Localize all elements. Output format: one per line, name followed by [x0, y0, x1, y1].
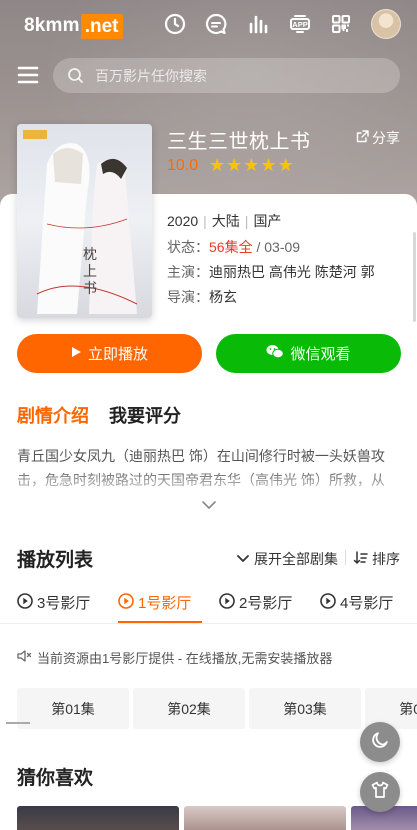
- cast-names[interactable]: 迪丽热巴 高伟光 陈楚河 郭: [209, 264, 375, 280]
- share-button[interactable]: 分享: [356, 128, 400, 148]
- cast-line: 主演：迪丽热巴 高伟光 陈楚河 郭: [167, 262, 397, 282]
- director-line: 导演：杨玄: [167, 287, 237, 307]
- status-label: 状态：: [167, 239, 209, 255]
- logo-text: 8kmm: [24, 15, 80, 36]
- tshirt-icon: [370, 780, 390, 805]
- star-icon: ★: [209, 155, 226, 175]
- qrcode-icon[interactable]: [329, 12, 353, 36]
- director-label: 导演：: [167, 289, 209, 305]
- rating-stars: ★ ★ ★ ★ ★: [209, 155, 294, 175]
- chat-icon[interactable]: [204, 12, 228, 36]
- movie-title: 三生三世枕上书: [167, 131, 311, 153]
- theme-button[interactable]: [360, 772, 400, 812]
- source-notice-text: 当前资源由1号影厅提供 - 在线播放,无需安装播放器: [37, 651, 333, 666]
- play-icon: [71, 345, 82, 362]
- sort-button[interactable]: 排序: [353, 549, 400, 569]
- recommend-list: [17, 806, 417, 830]
- page-scrollbar[interactable]: [413, 232, 416, 322]
- play-circle-icon: [17, 592, 33, 613]
- expand-all-episodes-button[interactable]: 展开全部剧集: [236, 549, 338, 569]
- menu-icon[interactable]: [17, 64, 39, 86]
- episode-list: 第01集 第02集 第03集 第04集: [17, 688, 417, 729]
- tab-review[interactable]: 我要评分: [109, 402, 181, 428]
- recommend-thumbnail[interactable]: [184, 806, 346, 830]
- tab-intro[interactable]: 剧情介绍: [17, 402, 89, 428]
- episode-button[interactable]: 第01集: [17, 688, 129, 729]
- wechat-watch-label: 微信观看: [290, 346, 351, 363]
- search-input[interactable]: [95, 58, 385, 93]
- share-icon: [356, 130, 369, 146]
- star-icon: ★: [226, 155, 243, 175]
- play-now-button[interactable]: 立即播放: [17, 334, 202, 373]
- moon-icon: [370, 730, 390, 755]
- status-line: 状态：56集全 / 03-09: [167, 237, 300, 257]
- sort-label: 排序: [372, 551, 400, 567]
- app-icon[interactable]: APP: [288, 12, 312, 36]
- site-logo[interactable]: 8kmm .net: [24, 13, 123, 39]
- year-tag[interactable]: 2020: [167, 213, 198, 229]
- source-tab-1[interactable]: 1号影厅: [118, 592, 191, 613]
- episode-button[interactable]: 第02集: [133, 688, 245, 729]
- wechat-watch-button[interactable]: 微信观看: [216, 334, 401, 373]
- recommend-title: 猜你喜欢: [17, 768, 94, 789]
- status-episodes: 56集全: [209, 239, 253, 255]
- region-tag[interactable]: 大陆: [212, 213, 240, 229]
- chevron-down-icon: [236, 551, 250, 567]
- svg-text:枕: 枕: [83, 247, 97, 263]
- ranking-icon[interactable]: [246, 12, 270, 36]
- wechat-icon: [266, 344, 285, 363]
- svg-text:APP: APP: [292, 20, 307, 29]
- svg-text:上: 上: [83, 264, 97, 280]
- recommend-thumbnail[interactable]: [17, 806, 179, 830]
- status-date: / 03-09: [252, 239, 301, 255]
- play-circle-icon: [118, 592, 134, 613]
- episode-button[interactable]: 第03集: [249, 688, 361, 729]
- cast-label: 主演：: [167, 264, 209, 280]
- expand-all-label: 展开全部剧集: [254, 551, 338, 567]
- play-circle-icon: [219, 592, 235, 613]
- user-avatar[interactable]: [371, 9, 401, 39]
- svg-text:书: 书: [83, 281, 97, 297]
- play-now-label: 立即播放: [87, 346, 148, 363]
- movie-tags: 2020 | 大陆 | 国产: [167, 213, 282, 229]
- search-icon: [67, 67, 84, 84]
- active-source-indicator: [118, 621, 202, 623]
- language-tag[interactable]: 国产: [253, 213, 281, 229]
- director-name[interactable]: 杨玄: [209, 289, 237, 305]
- movie-poster[interactable]: 枕 上 书: [17, 124, 152, 318]
- source-tab-3[interactable]: 3号影厅: [17, 592, 90, 613]
- search-bar[interactable]: [53, 58, 400, 93]
- source-tabs: 3号影厅 1号影厅 2号影厅 4号影厅: [0, 584, 417, 624]
- description-fade: [0, 468, 417, 498]
- info-tabs: 剧情介绍 我要评分: [17, 402, 181, 428]
- speaker-icon: [17, 649, 32, 666]
- horizontal-scroll-indicator: [6, 722, 30, 724]
- source-tab-4[interactable]: 4号影厅: [320, 592, 393, 613]
- star-icon: ★: [243, 155, 260, 175]
- star-icon: ★: [277, 155, 294, 175]
- play-circle-icon: [320, 592, 336, 613]
- source-notice: 当前资源由1号影厅提供 - 在线播放,无需安装播放器: [17, 648, 332, 667]
- star-icon: ★: [260, 155, 277, 175]
- sort-icon: [353, 550, 368, 568]
- chevron-down-icon[interactable]: [200, 498, 218, 512]
- dark-mode-button[interactable]: [360, 722, 400, 762]
- top-bar: 8kmm .net APP: [0, 0, 417, 50]
- movie-score: 10.0: [167, 157, 199, 174]
- source-tab-2[interactable]: 2号影厅: [219, 592, 292, 613]
- history-icon[interactable]: [163, 12, 187, 36]
- playlist-title: 播放列表: [17, 550, 94, 571]
- divider: [345, 550, 346, 565]
- logo-suffix: .net: [80, 13, 123, 39]
- share-label: 分享: [372, 130, 400, 146]
